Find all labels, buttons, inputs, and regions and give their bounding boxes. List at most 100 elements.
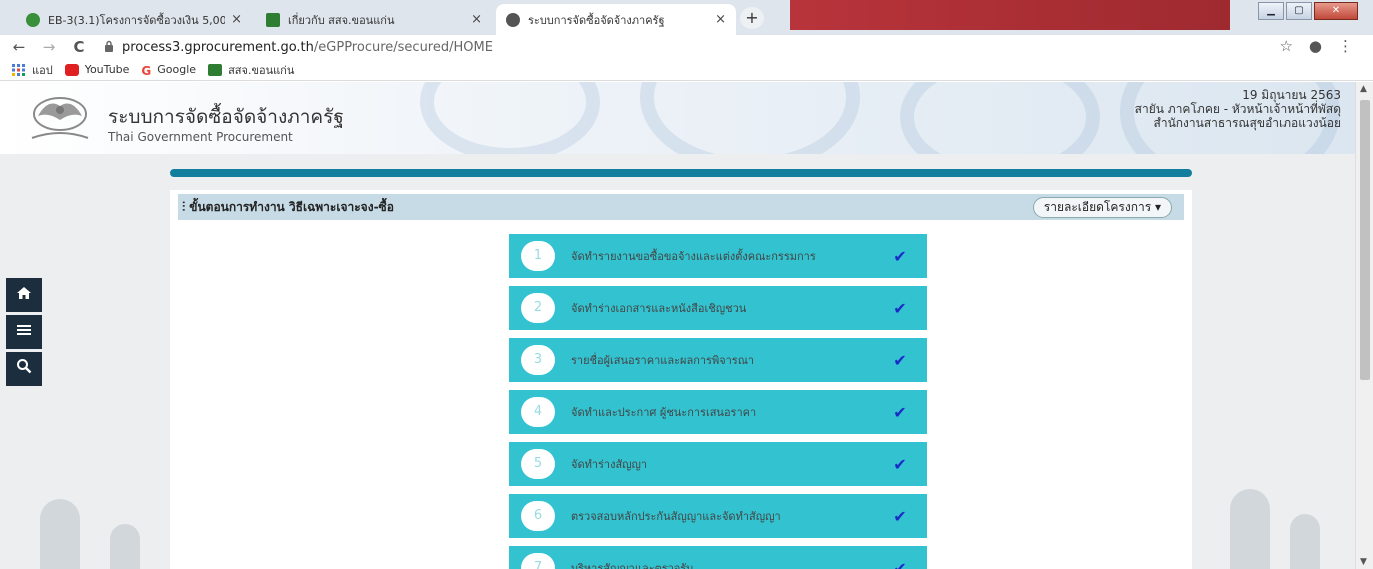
step-number: 6 xyxy=(521,501,555,531)
new-tab-button[interactable]: + xyxy=(740,7,764,29)
bookmark-youtube[interactable]: YouTube xyxy=(64,63,130,76)
bookmark-label: แอป xyxy=(32,63,53,77)
site-header: ระบบการจัดซื้อจัดจ้างภาครัฐ Thai Governm… xyxy=(0,82,1355,154)
workflow-panel: ⫶ ขั้นตอนการทำงาน วิธีเฉพาะเจาะจง-ซื้อ ร… xyxy=(170,190,1192,569)
reload-icon[interactable]: C xyxy=(68,38,90,56)
home-icon xyxy=(16,286,32,304)
tab-close-icon[interactable]: × xyxy=(715,12,726,27)
tab-close-icon[interactable]: × xyxy=(231,12,242,27)
decor-statue xyxy=(110,524,140,569)
page-scrollbar[interactable]: ▲ ▼ xyxy=(1355,82,1373,569)
workflow-progress-bar xyxy=(170,169,1192,177)
tab-title: EB-3(3.1)โครงการจัดซื้อวงเงิน 5,00 xyxy=(48,13,226,27)
decor-statue xyxy=(1290,514,1320,569)
checkmark-icon: ✔ xyxy=(893,558,907,569)
bookmark-label: สสจ.ขอนแก่น xyxy=(228,63,295,77)
workflow-step-3[interactable]: 3 รายชื่อผู้เสนอราคาและผลการพิจารณา ✔ xyxy=(509,338,927,382)
current-date: 19 มิถุนายน 2563 xyxy=(1242,88,1341,102)
url-host: process3.gprocurement.go.th xyxy=(122,39,314,55)
browser-tab-strip: EB-3(3.1)โครงการจัดซื้อวงเงิน 5,00 × เกี… xyxy=(0,0,1373,35)
bookmark-label: Google xyxy=(157,63,197,76)
checkmark-icon: ✔ xyxy=(893,246,907,266)
apps-grid-icon xyxy=(12,63,26,76)
step-number: 4 xyxy=(521,397,555,427)
decor-swirl xyxy=(640,82,860,154)
checkmark-icon: ✔ xyxy=(893,350,907,370)
maximize-button[interactable]: ▢ xyxy=(1286,2,1312,20)
step-label: บริหารสัญญาและตรวจรับ xyxy=(571,562,694,569)
home-button[interactable] xyxy=(6,278,42,312)
decor-statue xyxy=(1230,489,1270,569)
tab-close-icon[interactable]: × xyxy=(471,12,482,27)
user-info: 19 มิถุนายน 2563 สายัน ภาคโภคย - หัวหน้า… xyxy=(1135,88,1341,130)
checkmark-icon: ✔ xyxy=(893,402,907,422)
decor-swirl xyxy=(420,82,600,154)
step-number: 2 xyxy=(521,293,555,323)
step-number: 5 xyxy=(521,449,555,479)
lock-icon xyxy=(104,40,114,55)
menu-button[interactable] xyxy=(6,315,42,349)
workflow-panel-header: ⫶ ขั้นตอนการทำงาน วิธีเฉพาะเจาะจง-ซื้อ ร… xyxy=(178,194,1184,220)
account-icon[interactable]: ● xyxy=(1309,37,1322,55)
tab-favicon-icon xyxy=(506,12,520,27)
search-button[interactable] xyxy=(6,352,42,386)
user-name-role: สายัน ภาคโภคย - หัวหน้าเจ้าหน้าที่พัสดุ xyxy=(1134,102,1341,116)
tab-strip-accent xyxy=(790,0,1230,30)
bookmarks-bar: แอป YouTube G Google สสจ.ขอนแก่น xyxy=(0,59,1373,81)
tab-title: เกี่ยวกับ สสจ.ขอนแก่น xyxy=(288,13,395,27)
hamburger-icon xyxy=(16,323,32,341)
tab-favicon-icon xyxy=(26,12,40,27)
step-label: จัดทำร่างสัญญา xyxy=(571,458,648,471)
url-field[interactable]: process3.gprocurement.go.th/eGPProcure/s… xyxy=(104,40,493,55)
bookmark-google[interactable]: G Google xyxy=(141,63,197,78)
youtube-icon xyxy=(64,63,79,76)
workflow-step-1[interactable]: 1 จัดทำรายงานขอซื้อขอจ้างและแต่งตั้งคณะก… xyxy=(509,234,927,278)
scrollbar-thumb[interactable] xyxy=(1360,100,1370,380)
minimize-button[interactable]: ▁ xyxy=(1258,2,1284,20)
step-number: 1 xyxy=(521,241,555,271)
toolbar-right: ☆ ● ⋮ xyxy=(1279,37,1353,55)
bookmark-apps[interactable]: แอป xyxy=(12,61,53,79)
brand-title-english: Thai Government Procurement xyxy=(108,130,293,144)
checkmark-icon: ✔ xyxy=(893,298,907,318)
bookmark-star-icon[interactable]: ☆ xyxy=(1279,37,1292,55)
page-content: ระบบการจัดซื้อจัดจ้างภาครัฐ Thai Governm… xyxy=(0,82,1355,569)
scroll-up-icon[interactable]: ▲ xyxy=(1360,84,1367,94)
workflow-step-7[interactable]: 7 บริหารสัญญาและตรวจรับ ✔ xyxy=(509,546,927,569)
checkmark-icon: ✔ xyxy=(893,454,907,474)
scroll-down-icon[interactable]: ▼ xyxy=(1360,557,1367,567)
project-details-dropdown[interactable]: รายละเอียดโครงการ ▾ xyxy=(1032,197,1172,218)
workflow-step-5[interactable]: 5 จัดทำร่างสัญญา ✔ xyxy=(509,442,927,486)
url-path: /eGPProcure/secured/HOME xyxy=(313,39,493,55)
window-close-button[interactable]: ✕ xyxy=(1314,2,1358,20)
step-number: 7 xyxy=(521,553,555,569)
workflow-step-2[interactable]: 2 จัดทำร่างเอกสารและหนังสือเชิญชวน ✔ xyxy=(509,286,927,330)
step-label: ตรวจสอบหลักประกันสัญญาและจัดทำสัญญา xyxy=(571,510,781,523)
tab-egp-active[interactable]: ระบบการจัดซื้อจัดจ้างภาครัฐ × xyxy=(496,4,736,35)
bookmark-label: YouTube xyxy=(84,63,130,76)
step-label: รายชื่อผู้เสนอราคาและผลการพิจารณา xyxy=(571,354,755,367)
step-label: จัดทำและประกาศ ผู้ชนะการเสนอราคา xyxy=(571,406,757,419)
step-label: จัดทำรายงานขอซื้อขอจ้างและแต่งตั้งคณะกรร… xyxy=(571,250,816,263)
checkmark-icon: ✔ xyxy=(893,506,907,526)
workflow-step-6[interactable]: 6 ตรวจสอบหลักประกันสัญญาและจัดทำสัญญา ✔ xyxy=(509,494,927,538)
workflow-panel-title: ขั้นตอนการทำงาน วิธีเฉพาะเจาะจง-ซื้อ xyxy=(189,199,394,214)
back-arrow-icon[interactable]: ← xyxy=(8,38,30,56)
user-organization: สำนักงานสาธารณสุขอำเภอแวงน้อย xyxy=(1153,116,1342,130)
browser-menu-icon[interactable]: ⋮ xyxy=(1338,37,1353,55)
tab-eb3[interactable]: EB-3(3.1)โครงการจัดซื้อวงเงิน 5,00 × xyxy=(16,4,252,35)
garuda-logo xyxy=(24,92,96,148)
address-bar: ← → C process3.gprocurement.go.th/eGPPro… xyxy=(0,35,1373,59)
tab-title: ระบบการจัดซื้อจัดจ้างภาครัฐ xyxy=(528,13,665,27)
workflow-step-4[interactable]: 4 จัดทำและประกาศ ผู้ชนะการเสนอราคา ✔ xyxy=(509,390,927,434)
tab-favicon-icon xyxy=(266,12,280,27)
ssj-favicon-icon xyxy=(208,63,223,76)
tab-about-ssj[interactable]: เกี่ยวกับ สสจ.ขอนแก่น × xyxy=(256,4,492,35)
forward-arrow-icon[interactable]: → xyxy=(38,38,60,56)
brand-title-thai: ระบบการจัดซื้อจัดจ้างภาครัฐ xyxy=(108,106,344,128)
search-icon xyxy=(16,359,32,378)
bookmark-ssj[interactable]: สสจ.ขอนแก่น xyxy=(208,61,294,79)
decor-statue xyxy=(40,499,80,569)
decor-swirl xyxy=(900,82,1100,154)
step-number: 3 xyxy=(521,345,555,375)
